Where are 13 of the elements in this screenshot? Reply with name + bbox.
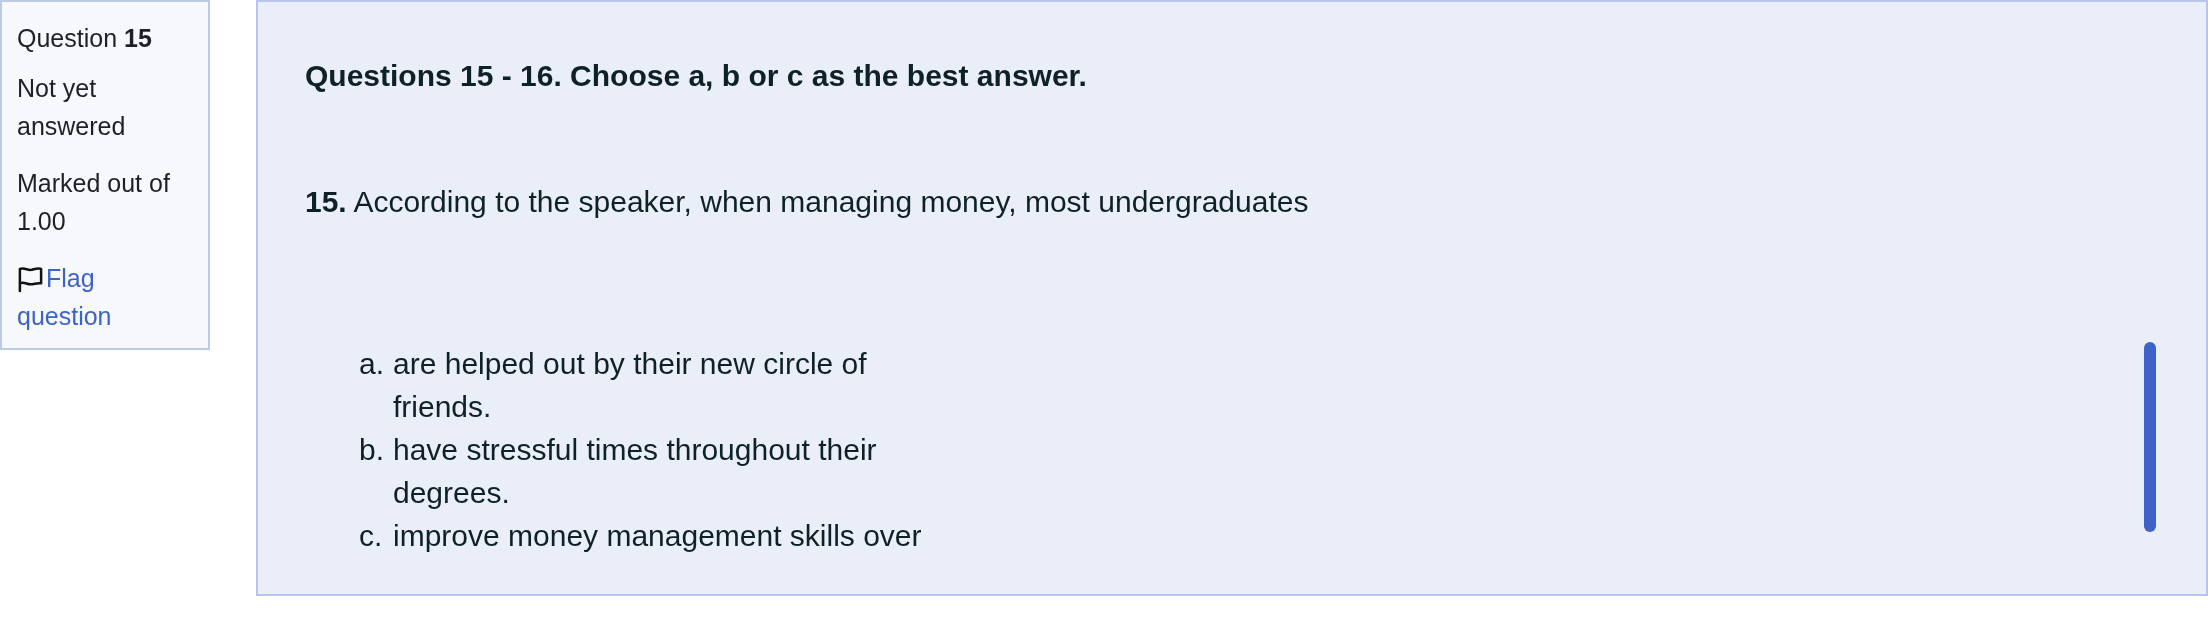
flag-question-link[interactable]: Flag question: [17, 259, 193, 335]
option-letter: c.: [359, 518, 384, 554]
option-text[interactable]: are helped out by their new circle of friends.: [393, 342, 933, 428]
question-status: Not yet answered: [17, 73, 127, 142]
option-letter: b.: [359, 432, 386, 468]
option-text[interactable]: have stressful times throughout their degrees.: [393, 428, 933, 514]
question-instruction: Questions 15 - 16. Choose a, b or c as the best answer.: [305, 58, 1088, 94]
option-letter: a.: [359, 346, 386, 382]
question-prompt: 15. According to the speaker, when managing money, most undergraduates: [305, 184, 1310, 220]
option-text[interactable]: improve money management skills over: [393, 514, 933, 557]
question-marks: Marked out of 1.00: [17, 168, 171, 237]
question-number: Question 15: [17, 23, 153, 54]
scrollbar-thumb[interactable]: [2144, 342, 2156, 532]
